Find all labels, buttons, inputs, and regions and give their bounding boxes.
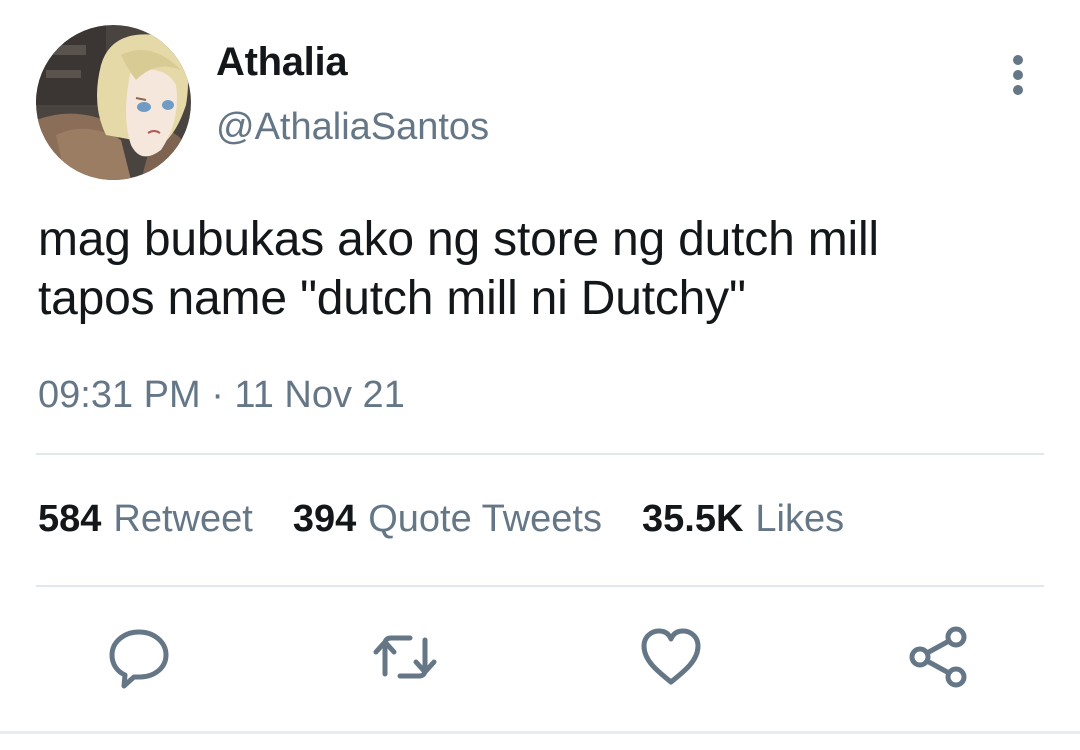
share-button[interactable] <box>903 622 973 692</box>
retweet-count-label: Retweet <box>113 498 253 540</box>
tweet-text: mag bubukas ako ng store ng dutch mill t… <box>38 210 1038 328</box>
quote-tweets-count-value: 394 <box>292 498 357 540</box>
tweet-text-line-1: mag bubukas ako ng store ng dutch mill <box>38 213 879 266</box>
reply-icon <box>109 629 169 689</box>
tweet-stats: 584 Retweet 394 Quote Tweets 35.5K Likes <box>38 498 884 541</box>
likes-count-label: Likes <box>755 498 845 540</box>
tweet-card: Athalia @AthaliaSantos mag bubukas ako n… <box>0 0 1080 750</box>
avatar-image <box>36 25 191 180</box>
likes-count[interactable]: 35.5K Likes <box>642 498 844 541</box>
divider <box>36 453 1044 455</box>
heart-icon <box>641 628 701 685</box>
avatar[interactable] <box>36 25 191 180</box>
user-handle[interactable]: @AthaliaSantos <box>216 106 489 149</box>
share-icon <box>909 626 967 688</box>
quote-tweets-count[interactable]: 394 Quote Tweets <box>293 498 602 541</box>
like-button[interactable] <box>636 622 706 692</box>
bottom-border <box>0 731 1080 734</box>
retweet-button[interactable] <box>370 622 440 692</box>
quote-tweets-count-label: Quote Tweets <box>368 498 602 540</box>
retweet-icon <box>373 635 437 679</box>
divider <box>36 585 1044 587</box>
tweet-text-line-2: tapos name "dutch mill ni Dutchy" <box>38 272 746 325</box>
retweet-count-value: 584 <box>38 498 102 540</box>
more-vertical-icon <box>1013 55 1023 95</box>
tweet-timestamp[interactable]: 09:31 PM · 11 Nov 21 <box>38 374 405 417</box>
reply-button[interactable] <box>104 622 174 692</box>
more-options-button[interactable] <box>998 52 1038 98</box>
likes-count-value: 35.5K <box>642 498 744 540</box>
display-name[interactable]: Athalia <box>216 40 348 85</box>
retweet-count[interactable]: 584 Retweet <box>38 498 253 541</box>
